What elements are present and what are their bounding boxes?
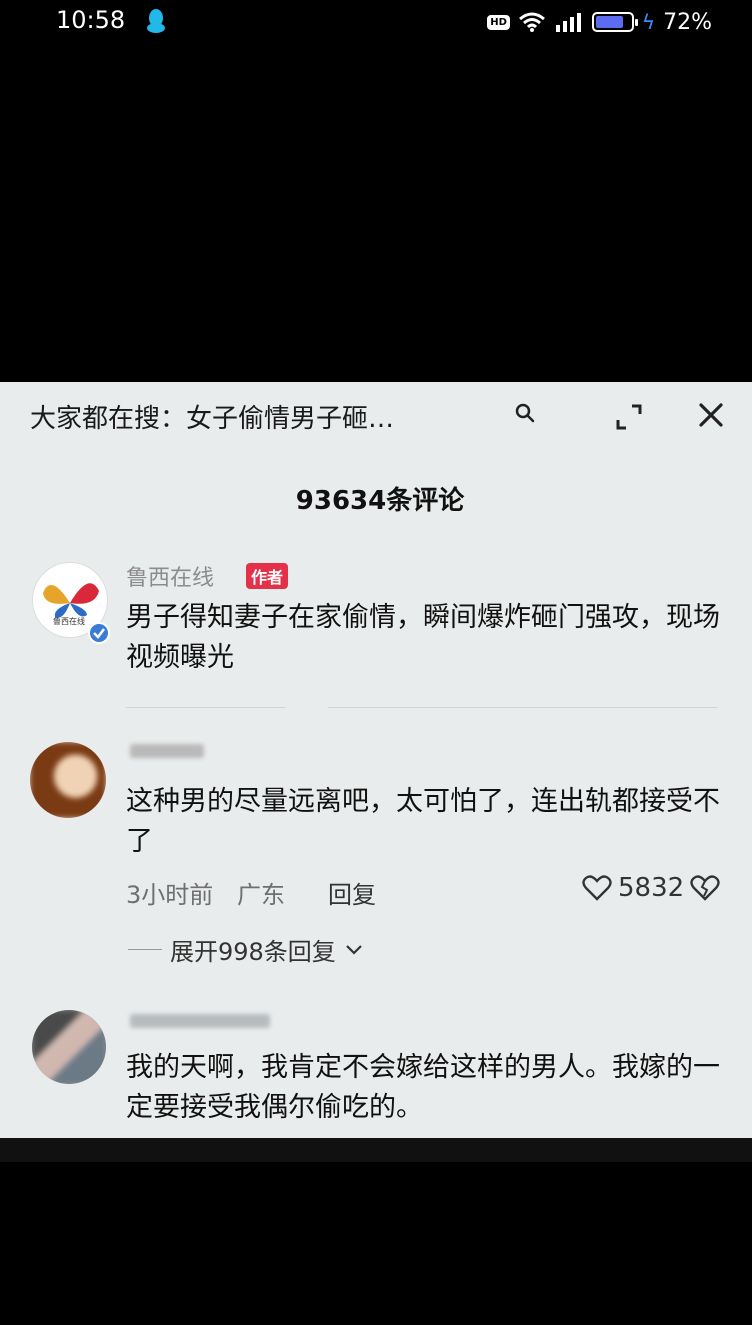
divider [126, 707, 286, 708]
blurred-avatar-image [32, 1010, 106, 1084]
verified-icon [88, 622, 110, 644]
author-badge: 作者 [246, 563, 289, 589]
expand-replies-button[interactable]: 展开998条回复 [128, 932, 364, 967]
status-time: 10:58 [56, 6, 126, 34]
search-hint[interactable]: 大家都在搜：女子偷情男子砸… [30, 398, 394, 435]
expand-line [128, 949, 162, 950]
divider [328, 707, 718, 708]
battery-level-fill [595, 16, 624, 28]
expand-icon[interactable] [614, 402, 644, 432]
avatar[interactable] [32, 1010, 106, 1084]
wifi-icon [518, 12, 545, 32]
battery-icon [591, 12, 638, 32]
avatar[interactable] [30, 742, 106, 818]
sheet-header: 大家都在搜：女子偷情男子砸… [0, 382, 752, 452]
status-icons: HD ϟ 72% [487, 7, 712, 37]
status-bar: 10:58 HD ϟ 72% [0, 0, 752, 44]
comment-sheet: 大家都在搜：女子偷情男子砸… 93634条评论 鲁西在线 鲁西在线 作者 男子得… [0, 382, 752, 1138]
blurred-username [130, 744, 204, 758]
comment-author-name[interactable]: 鲁西在线 [126, 560, 214, 592]
close-icon[interactable] [696, 400, 726, 430]
like-count: 5832 [618, 873, 685, 903]
bottom-bar [0, 1138, 752, 1162]
heart-icon [582, 875, 612, 901]
broken-heart-icon[interactable] [690, 874, 720, 902]
comment-text: 男子得知妻子在家偷情，瞬间爆炸砸门强攻，现场视频曝光 [126, 602, 720, 673]
like-button[interactable]: 5832 [582, 873, 720, 903]
comment-location: 广东 [237, 881, 285, 909]
qq-icon [147, 9, 165, 33]
comment-text: 我的天啊，我肯定不会嫁给这样的男人。我嫁的一定要接受我偶尔偷吃的。 [126, 1052, 720, 1123]
battery-nub [634, 19, 638, 26]
comment-count-title: 93634条评论 [295, 486, 465, 516]
reply-button[interactable]: 回复 [328, 875, 376, 910]
expand-replies-label: 展开998条回复 [170, 938, 336, 966]
blurred-username [130, 1014, 270, 1028]
comment-time: 3小时前 [126, 881, 214, 909]
hd-badge: HD [487, 14, 510, 30]
search-icon[interactable] [514, 402, 536, 424]
blurred-avatar-image [30, 742, 106, 818]
charging-icon: ϟ [641, 10, 656, 34]
signal-icon [555, 13, 581, 32]
chevron-down-icon [346, 944, 362, 955]
comment-text: 这种男的尽量远离吧，太可怕了，连出轨都接受不了 [126, 786, 720, 857]
battery-percent: 72% [663, 9, 712, 35]
